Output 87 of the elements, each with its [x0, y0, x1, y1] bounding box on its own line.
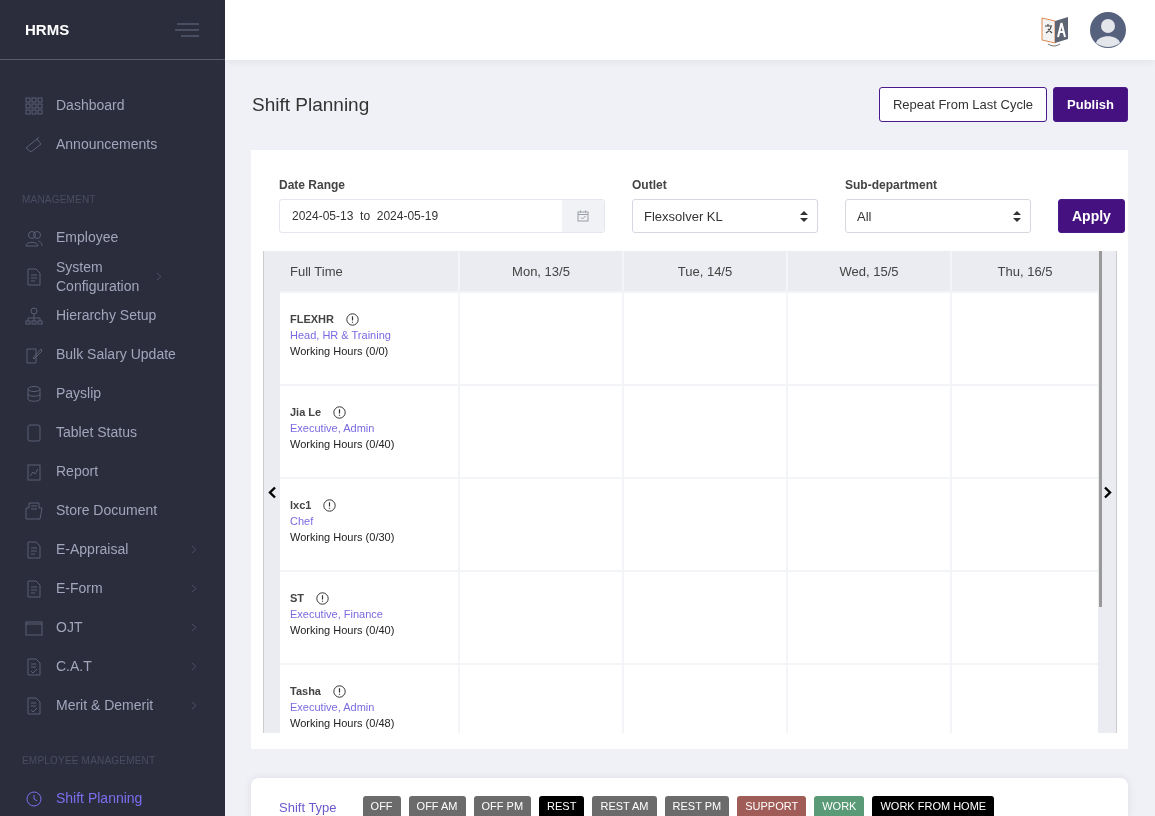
column-header: Thu, 16/5: [952, 251, 1098, 291]
scrollbar[interactable]: [1099, 251, 1102, 607]
publish-button[interactable]: Publish: [1053, 87, 1128, 122]
employee-position: Executive, Admin: [290, 701, 376, 714]
doc-icon: [25, 579, 43, 598]
sidebar-item[interactable]: Announcements: [0, 125, 225, 164]
working-hours: Working Hours (0/0): [290, 345, 390, 358]
check-icon: [25, 657, 43, 676]
tablet-icon: [25, 423, 43, 442]
column-header: Mon, 13/5: [460, 251, 622, 291]
sidebar-item[interactable]: E-Form: [0, 569, 225, 608]
employee-name: Jia Le: [290, 406, 322, 419]
field-label: Sub-department: [845, 178, 938, 192]
sidebar-item[interactable]: System Configuration: [0, 257, 225, 296]
shift-type-tag: REST: [539, 796, 585, 816]
sort-arrows-icon: [1013, 210, 1021, 222]
sidebar-item[interactable]: Payslip: [0, 374, 225, 413]
sidebar-item[interactable]: Store Document: [0, 491, 225, 530]
info-icon[interactable]: [316, 592, 330, 605]
sidebar-item[interactable]: Shift Planning: [0, 779, 225, 816]
chevron-right-icon[interactable]: [1102, 485, 1112, 499]
doc-icon: [25, 540, 43, 559]
working-hours: Working Hours (0/48): [290, 717, 396, 730]
employee-position: Executive, Admin: [290, 422, 376, 435]
employee-name: ST: [290, 592, 305, 605]
check-icon: [25, 696, 43, 715]
sidebar-item[interactable]: Tablet Status: [0, 413, 225, 452]
employee-name: Tasha: [290, 685, 321, 698]
sidebar-item[interactable]: Merit & Demerit: [0, 686, 225, 725]
sidebar-item[interactable]: Hierarchy Setup: [0, 296, 225, 335]
shift-cell[interactable]: [952, 386, 1098, 477]
window-icon: [25, 618, 43, 637]
shift-type-tag: OFF PM: [473, 796, 532, 816]
sidebar-item[interactable]: Dashboard: [0, 86, 225, 125]
people-icon: [25, 228, 43, 247]
shift-type-tag: WORK FROM HOME: [872, 796, 995, 816]
avatar[interactable]: [1090, 12, 1126, 48]
coins-icon: [25, 384, 43, 403]
chevron-left-icon[interactable]: [267, 485, 277, 499]
sub-department-select[interactable]: All: [845, 199, 1031, 233]
grid-icon: [25, 96, 43, 115]
menu-icon[interactable]: [175, 21, 199, 38]
shift-cell[interactable]: [952, 572, 1098, 663]
shift-type-tag: REST PM: [664, 796, 730, 816]
field-label: Date Range: [279, 178, 347, 192]
tree-icon: [25, 306, 43, 325]
field-label: Outlet: [632, 178, 668, 192]
sidebar-item[interactable]: Report: [0, 452, 225, 491]
folder-icon: [25, 501, 43, 520]
sort-arrows-icon: [800, 210, 808, 222]
edit-icon: [25, 345, 43, 364]
column-header: Full Time: [280, 251, 458, 291]
chart-icon: [25, 462, 43, 481]
doc-icon: [25, 267, 43, 286]
brand-name: HRMS: [25, 21, 70, 38]
shift-type-tag: OFF: [362, 796, 401, 816]
legend-label: Shift Type: [279, 800, 337, 815]
sidebar-item[interactable]: Bulk Salary Update: [0, 335, 225, 374]
column-header: Wed, 15/5: [788, 251, 950, 291]
shift-type-tag: OFF AM: [408, 796, 466, 816]
info-icon[interactable]: [323, 499, 337, 512]
clock-icon: [25, 789, 43, 808]
sidebar-item[interactable]: E-Appraisal: [0, 530, 225, 569]
shift-type-tag: SUPPORT: [737, 796, 807, 816]
sidebar-item[interactable]: C.A.T: [0, 647, 225, 686]
employee-position: Chef: [290, 515, 315, 528]
info-icon[interactable]: [333, 406, 347, 419]
outlet-select[interactable]: Flexsolver KL: [632, 199, 818, 233]
employee-position: Executive, Finance: [290, 608, 384, 621]
shift-type-tag: WORK: [814, 796, 865, 816]
shift-cell[interactable]: [952, 479, 1098, 570]
info-icon[interactable]: [346, 313, 359, 326]
repeat-button[interactable]: Repeat From Last Cycle: [878, 87, 1048, 122]
apply-button[interactable]: Apply: [1058, 199, 1125, 233]
sidebar-item[interactable]: Employee: [0, 218, 225, 257]
employee-name: FLEXHR: [290, 313, 334, 326]
shift-type-tag: REST AM: [592, 796, 657, 816]
page-title: Shift Planning: [252, 93, 370, 116]
sidebar-item[interactable]: OJT: [0, 608, 225, 647]
working-hours: Working Hours (0/30): [290, 531, 396, 544]
working-hours: Working Hours (0/40): [290, 624, 396, 637]
column-header: Tue, 14/5: [624, 251, 786, 291]
shift-cell[interactable]: [952, 293, 1098, 384]
employee-position: Head, HR & Training: [290, 329, 392, 342]
info-icon[interactable]: [333, 685, 346, 698]
working-hours: Working Hours (0/40): [290, 438, 396, 451]
employee-name: lxc1: [290, 499, 312, 512]
